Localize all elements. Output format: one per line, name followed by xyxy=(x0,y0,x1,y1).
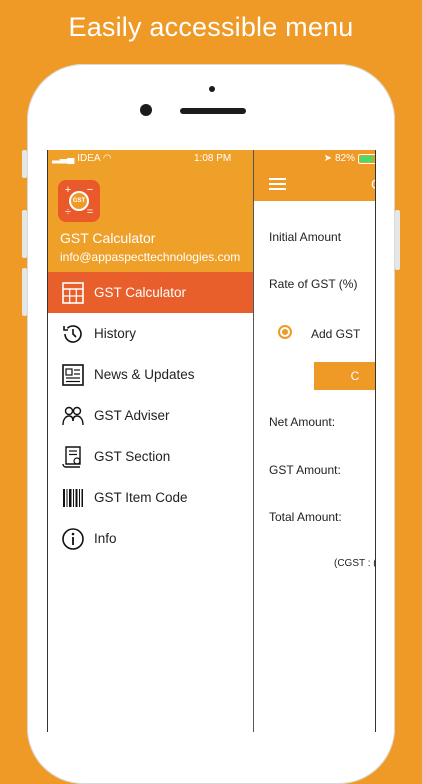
phone-screen: ➤ 82% ⚡ C Initial Amount Rate of GST (%)… xyxy=(47,150,376,732)
add-gst-radio[interactable] xyxy=(278,325,292,339)
app-logo-icon: + − ÷ = GST xyxy=(58,180,100,222)
battery-percent: 82% xyxy=(334,153,355,164)
newspaper-icon xyxy=(60,362,86,388)
status-right: ➤ 82% ⚡ xyxy=(323,153,375,164)
menu-item-label: History xyxy=(94,326,137,341)
volume-up-button xyxy=(22,210,27,258)
mute-switch xyxy=(22,150,27,178)
calculator-top-bar: ➤ 82% ⚡ C xyxy=(254,150,375,201)
drawer-header: ▂▃▄ IDEA ◠ 1:08 PM + − ÷ = GST GST Calcu… xyxy=(48,150,253,272)
menu-item-gst-calculator[interactable]: GST Calculator xyxy=(48,272,253,313)
calculate-button[interactable]: C xyxy=(314,362,375,390)
menu-item-label: GST Calculator xyxy=(94,285,187,300)
history-icon xyxy=(60,321,86,347)
menu-item-label: GST Item Code xyxy=(94,490,188,505)
calculator-title: C xyxy=(371,176,375,192)
headline: Easily accessible menu xyxy=(68,12,354,42)
gst-amount-label: GST Amount: xyxy=(269,463,341,477)
location-arrow-icon: ➤ xyxy=(323,153,332,164)
info-icon xyxy=(60,526,86,552)
app-name: GST Calculator xyxy=(60,230,156,246)
earpiece-speaker xyxy=(180,108,246,114)
menu-icon[interactable] xyxy=(269,178,286,190)
barcode-icon xyxy=(60,485,86,511)
proximity-sensor xyxy=(209,86,215,92)
menu-item-label: GST Adviser xyxy=(94,408,170,423)
logo-text: GST xyxy=(69,191,89,211)
menu-item-news-updates[interactable]: News & Updates xyxy=(48,354,253,395)
scroll-document-icon xyxy=(60,444,86,470)
add-gst-label: Add GST xyxy=(311,327,361,341)
wifi-icon: ◠ xyxy=(102,153,112,164)
menu-item-gst-item-code[interactable]: GST Item Code xyxy=(48,477,253,518)
status-time: 1:08 PM xyxy=(194,153,232,164)
total-amount-label: Total Amount: xyxy=(269,510,342,524)
front-camera xyxy=(140,104,152,116)
calculator-icon xyxy=(60,280,86,306)
menu-item-history[interactable]: History xyxy=(48,313,253,354)
app-email: info@appaspecttechnologies.com xyxy=(60,250,241,264)
navigation-drawer: ▂▃▄ IDEA ◠ 1:08 PM + − ÷ = GST GST Calcu… xyxy=(48,150,253,732)
advisers-icon xyxy=(60,403,86,429)
power-button xyxy=(395,210,400,270)
menu-item-label: News & Updates xyxy=(94,367,195,382)
volume-down-button xyxy=(22,268,27,316)
menu-item-gst-section[interactable]: GST Section xyxy=(48,436,253,477)
calculator-screen: ➤ 82% ⚡ C Initial Amount Rate of GST (%)… xyxy=(253,150,376,732)
signal-icon: ▂▃▄ xyxy=(52,153,75,164)
net-amount-label: Net Amount: xyxy=(269,415,336,429)
menu-item-gst-adviser[interactable]: GST Adviser xyxy=(48,395,253,436)
initial-amount-label: Initial Amount xyxy=(269,230,342,244)
rate-of-gst-label: Rate of GST (%) xyxy=(269,277,358,291)
battery-icon xyxy=(357,153,375,164)
menu-item-label: Info xyxy=(94,531,117,546)
menu-item-label: GST Section xyxy=(94,449,171,464)
menu-item-info[interactable]: Info xyxy=(48,518,253,559)
carrier: ▂▃▄ IDEA ◠ xyxy=(52,153,112,164)
status-bar: ▂▃▄ IDEA ◠ 1:08 PM xyxy=(52,153,249,165)
drawer-menu: GST Calculator History News & Updates GS… xyxy=(48,272,253,559)
cgst-note: (CGST : ( xyxy=(334,558,376,569)
carrier-name: IDEA xyxy=(77,153,101,164)
